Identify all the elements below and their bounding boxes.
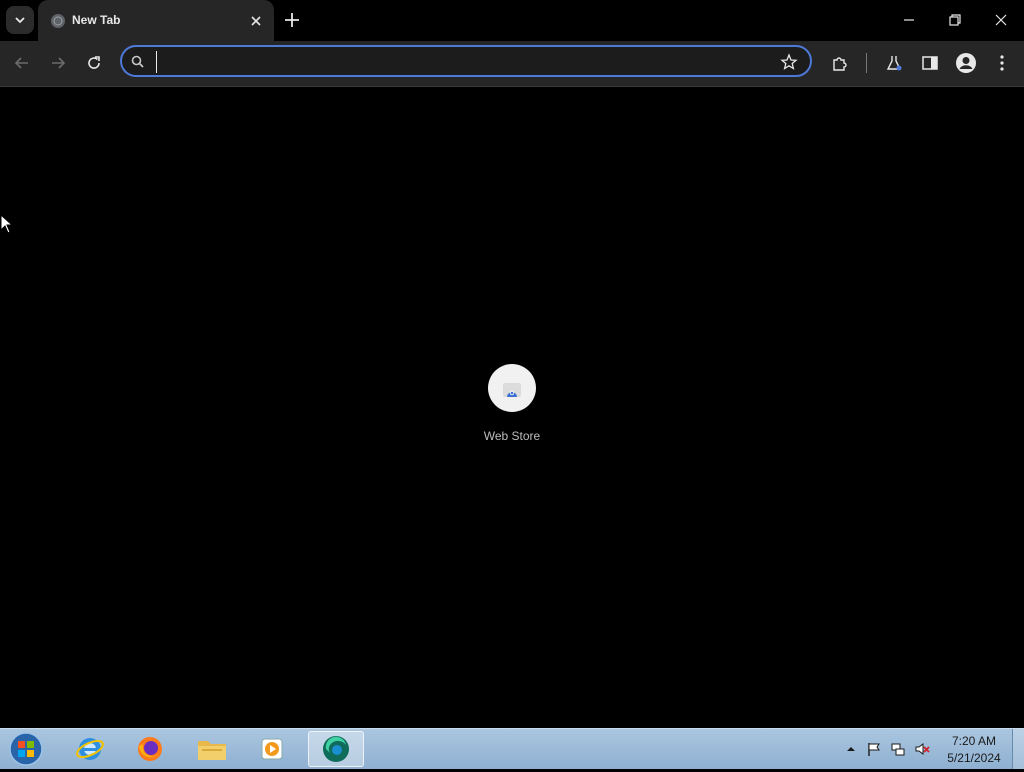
new-tab-page: Web Store bbox=[0, 87, 1024, 728]
action-center-flag-icon[interactable] bbox=[866, 741, 882, 757]
minimize-icon bbox=[904, 19, 914, 21]
network-icon[interactable] bbox=[890, 741, 906, 757]
restore-icon bbox=[949, 14, 961, 26]
taskbar-media-player[interactable] bbox=[244, 731, 300, 767]
new-tab-button[interactable] bbox=[282, 10, 302, 30]
shortcut-icon-circle bbox=[488, 364, 536, 412]
tab-new-tab[interactable]: New Tab bbox=[38, 0, 274, 41]
title-bar: New Tab bbox=[0, 0, 1024, 41]
shortcut-web-store[interactable]: Web Store bbox=[470, 363, 554, 449]
forward-arrow-icon bbox=[52, 57, 66, 69]
close-icon[interactable] bbox=[248, 13, 264, 29]
show-desktop-button[interactable] bbox=[1012, 729, 1024, 769]
forward-button[interactable] bbox=[46, 51, 70, 75]
start-button[interactable] bbox=[6, 731, 46, 767]
avatar-icon bbox=[956, 53, 976, 73]
firefox-icon bbox=[138, 737, 162, 761]
bookmark-star-icon[interactable] bbox=[780, 53, 798, 71]
close-window-button[interactable] bbox=[989, 8, 1013, 32]
profile-button[interactable] bbox=[954, 51, 978, 75]
kebab-menu-icon bbox=[1000, 55, 1004, 71]
volume-muted-icon[interactable] bbox=[914, 741, 930, 757]
back-arrow-icon bbox=[14, 57, 28, 69]
tab-search-button[interactable] bbox=[6, 6, 34, 34]
show-hidden-icons-icon[interactable] bbox=[843, 741, 859, 757]
taskbar-firefox[interactable] bbox=[122, 731, 178, 767]
media-player-icon bbox=[261, 738, 283, 760]
minimize-button[interactable] bbox=[897, 8, 921, 32]
web-store-icon bbox=[503, 383, 521, 397]
extensions-button[interactable] bbox=[828, 51, 852, 75]
internet-explorer-icon bbox=[76, 738, 104, 760]
back-button[interactable] bbox=[10, 51, 34, 75]
search-icon bbox=[131, 55, 144, 68]
menu-button[interactable] bbox=[990, 51, 1014, 75]
restore-button[interactable] bbox=[943, 8, 967, 32]
shortcut-label: Web Store bbox=[483, 429, 541, 443]
system-clock[interactable]: 7:20 AM 5/21/2024 bbox=[940, 733, 1008, 767]
side-panel-icon bbox=[922, 56, 938, 70]
taskbar-internet-explorer[interactable] bbox=[62, 731, 118, 767]
close-window-icon bbox=[995, 14, 1007, 26]
chevron-down-icon bbox=[15, 17, 25, 24]
address-bar[interactable] bbox=[120, 45, 812, 77]
folder-icon bbox=[198, 741, 226, 760]
browser-icon bbox=[323, 736, 349, 762]
labs-button[interactable] bbox=[882, 51, 906, 75]
windows-taskbar: 7:20 AM 5/21/2024 bbox=[0, 728, 1024, 769]
reload-icon bbox=[88, 56, 100, 69]
browser-toolbar bbox=[0, 41, 1024, 87]
windows-orb-icon bbox=[9, 732, 43, 766]
taskbar-browser-active[interactable] bbox=[308, 731, 364, 767]
mouse-cursor-icon bbox=[0, 214, 14, 234]
address-input[interactable] bbox=[156, 51, 781, 73]
taskbar-file-explorer[interactable] bbox=[184, 731, 240, 767]
flask-icon bbox=[886, 56, 902, 71]
clock-date: 5/21/2024 bbox=[947, 751, 1001, 765]
reload-button[interactable] bbox=[82, 51, 106, 75]
puzzle-icon bbox=[833, 57, 847, 71]
toolbar-divider bbox=[866, 53, 867, 73]
tab-title: New Tab bbox=[72, 13, 121, 27]
side-panel-button[interactable] bbox=[918, 51, 942, 75]
clock-time: 7:20 AM bbox=[951, 734, 997, 748]
globe-icon bbox=[51, 14, 65, 28]
